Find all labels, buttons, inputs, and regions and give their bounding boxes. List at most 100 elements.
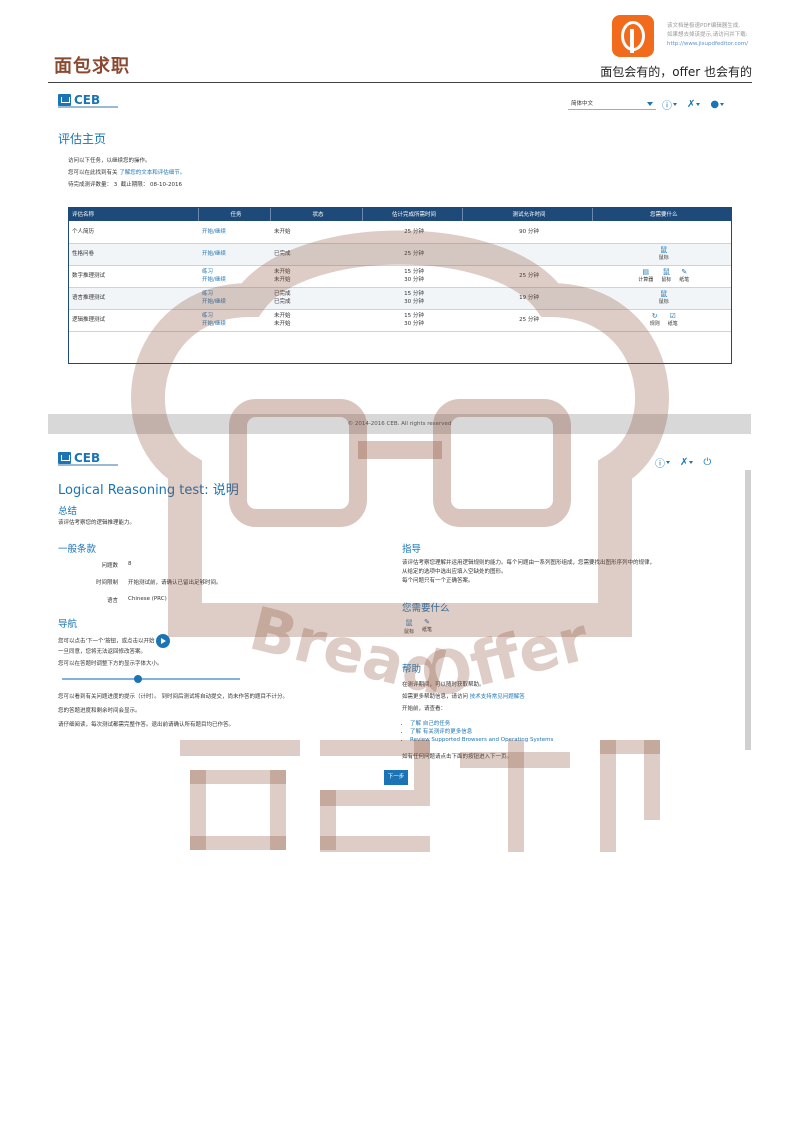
cell-task: 开始/继续 <box>198 243 270 266</box>
faq-link[interactable]: 技术支持常见问题解答 <box>470 694 525 700</box>
needs-title: 您需要什么 <box>402 603 450 614</box>
cell-name: 个人简历 <box>68 221 198 244</box>
help-icon[interactable]: ⓘ <box>655 455 670 470</box>
estimate-text: 15 分钟 <box>404 291 424 297</box>
accessibility-icon[interactable]: ✗ <box>680 457 694 468</box>
pen-icon: ✎ <box>424 618 430 626</box>
task-link[interactable]: 开始/继续 <box>202 276 270 284</box>
ceb-logo: CEB <box>58 451 118 466</box>
ceb-logo-icon <box>58 94 71 106</box>
col-header: 评估名称 <box>68 207 199 221</box>
cell-needs: ↻ 规则 ☑ 纸笔 <box>592 309 732 332</box>
task-link[interactable]: 开始/继续 <box>202 298 270 306</box>
next-button[interactable]: 下一步 <box>384 770 408 785</box>
status-text: 未开始 <box>274 321 291 327</box>
brand-logo: 面包求职 <box>54 56 130 77</box>
cell-allowed <box>462 243 592 266</box>
need-item: ✎ 纸笔 <box>679 268 689 284</box>
task-link[interactable]: 开始/继续 <box>202 320 270 328</box>
col-header: 您需要什么 <box>592 207 732 221</box>
task-link[interactable]: 练习 <box>202 312 270 320</box>
guide-title: 指导 <box>402 544 422 555</box>
status-text: 未开始 <box>274 313 291 319</box>
estimate-text: 30 分钟 <box>404 321 424 327</box>
mouse-icon: 鼠 <box>405 619 413 627</box>
scrollbar[interactable] <box>745 470 751 750</box>
language-select[interactable]: 简体中文 <box>568 99 656 110</box>
col-header: 估计完成所需时间 <box>362 207 463 221</box>
help-title: 帮助 <box>402 664 422 675</box>
table-row: 数字推理测试 练习 开始/继续 未开始 未开始 15 分钟 30 分钟 25 分钟 ▤ 计算器鼠鼠… <box>68 265 732 288</box>
cell-task: 练习 开始/继续 <box>198 309 270 332</box>
status-text: 未开始 <box>274 269 291 275</box>
table-row: 个人简历 开始/继续 未开始 25 分钟 90 分钟 <box>68 221 732 244</box>
test-title: Logical Reasoning test: 说明 <box>58 483 239 498</box>
task-link[interactable]: 练习 <box>202 290 270 298</box>
need-label: 鼠标 <box>661 277 672 283</box>
bullet-link[interactable]: 了解 自己的任务 <box>410 720 553 728</box>
need-label: 纸笔 <box>679 277 690 283</box>
general-item: 时间限制 开始测试前，请确认已留出足够时间。 <box>95 580 222 586</box>
task-link[interactable]: 开始/继续 <box>202 228 270 236</box>
task-link[interactable]: 练习 <box>202 268 270 276</box>
table-row: 逻辑推理测试 练习 开始/继续 未开始 未开始 15 分钟 30 分钟 25 分钟 ↻ 规则 ☑ 纸笔 <box>68 309 732 332</box>
status-text: 未开始 <box>274 228 291 235</box>
need-icon: ☑ <box>669 312 676 320</box>
summary-text: 该评估考察您的逻辑推理能力。 <box>58 520 136 526</box>
cell-estimate: 15 分钟 30 分钟 <box>362 309 462 332</box>
estimate-text: 30 分钟 <box>404 277 424 283</box>
status-text: 已完成 <box>274 299 291 305</box>
estimate-text: 25 分钟 <box>404 228 424 235</box>
need-label: 计算器 <box>638 277 654 283</box>
cell-needs <box>592 221 732 244</box>
cell-name: 数字推理测试 <box>68 265 198 288</box>
need-icon: 鼠 <box>662 268 670 276</box>
need-item: ☑ 纸笔 <box>668 312 678 328</box>
task-link[interactable]: 开始/继续 <box>202 250 270 258</box>
top-toolbar: ⓘ ✗ ⏻ <box>655 455 711 470</box>
logout-icon[interactable]: ⏻ <box>703 457 711 468</box>
cell-name: 性格问卷 <box>68 243 198 266</box>
help-text: 在测评期间，可以随时获取帮助。 如需更多帮助信息，请访问 技术支持常见问题解答 … <box>402 682 525 712</box>
table-row: 语言推理测试 练习 开始/继续 已完成 已完成 15 分钟 30 分钟 19 分钟鼠鼠标 <box>68 287 732 310</box>
bullet-link[interactable]: 了解 有关测评的更多信息 <box>410 728 553 736</box>
help-bullets: 了解 自己的任务 了解 有关测评的更多信息 Review Supported B… <box>410 720 553 744</box>
cell-allowed: 25 分钟 <box>462 309 592 332</box>
estimate-text: 15 分钟 <box>404 269 424 275</box>
cell-name: 语言推理测试 <box>68 287 198 310</box>
cell-task: 练习 开始/继续 <box>198 287 270 310</box>
need-label: 鼠标 <box>658 255 669 261</box>
accessibility-icon[interactable]: ✗ <box>687 99 701 110</box>
font-size-slider[interactable] <box>62 675 240 683</box>
cell-estimate: 15 分钟 30 分钟 <box>362 287 462 310</box>
needs-list: 鼠鼠标 ✎ 纸笔 <box>404 618 432 635</box>
page-title: 评估主页 <box>58 132 107 146</box>
nav-text-2: 您可以看到有关问题进度的提示（计时）。 到时间后测试将自动提交，尚未作答的题目不… <box>58 694 289 728</box>
play-icon[interactable] <box>156 634 171 648</box>
slogan: 面包会有的，offer 也会有的 <box>600 65 752 79</box>
need-item: 鼠鼠标 <box>659 290 669 306</box>
details-link[interactable]: 了解您的文本和评估细节。 <box>119 170 185 176</box>
need-item: ↻ 规则 <box>650 312 660 328</box>
user-icon[interactable]: ● <box>710 99 725 110</box>
cell-needs: 鼠鼠标 <box>592 287 732 310</box>
cell-estimate: 25 分钟 <box>362 243 462 266</box>
bullet-link[interactable]: Review Supported Browsers and Operating … <box>410 736 553 744</box>
col-header: 测试允许时间 <box>462 207 593 221</box>
pdf-link[interactable]: http://www.jisupdfeditor.com/ <box>667 40 777 49</box>
nav-text: 您可以点击'下一个'按钮，或点击以开始 一旦同意，您将无法返回修改答案。 您可以… <box>58 634 171 669</box>
need-item: ▤ 计算器 <box>638 268 653 284</box>
general-item: 问题数 8 <box>101 561 132 569</box>
help-icon[interactable]: ⓘ <box>662 97 677 112</box>
cell-needs: ▤ 计算器 鼠鼠标 ✎ 纸笔 <box>592 265 732 288</box>
cell-status: 已完成 已完成 <box>270 287 362 310</box>
estimate-text: 15 分钟 <box>404 313 424 319</box>
slider-knob[interactable] <box>134 675 142 683</box>
cell-allowed: 90 分钟 <box>462 221 592 244</box>
need-item: 鼠鼠标 <box>659 246 669 262</box>
status-text: 已完成 <box>274 291 291 297</box>
cell-name: 逻辑推理测试 <box>68 309 198 332</box>
assessment-info: 访问以下任务，以继续您的操作。 您可以在此找到有关 了解您的文本和评估细节。 待… <box>68 158 186 188</box>
col-header: 任务 <box>198 207 271 221</box>
ceb-logo: CEB <box>58 93 118 108</box>
